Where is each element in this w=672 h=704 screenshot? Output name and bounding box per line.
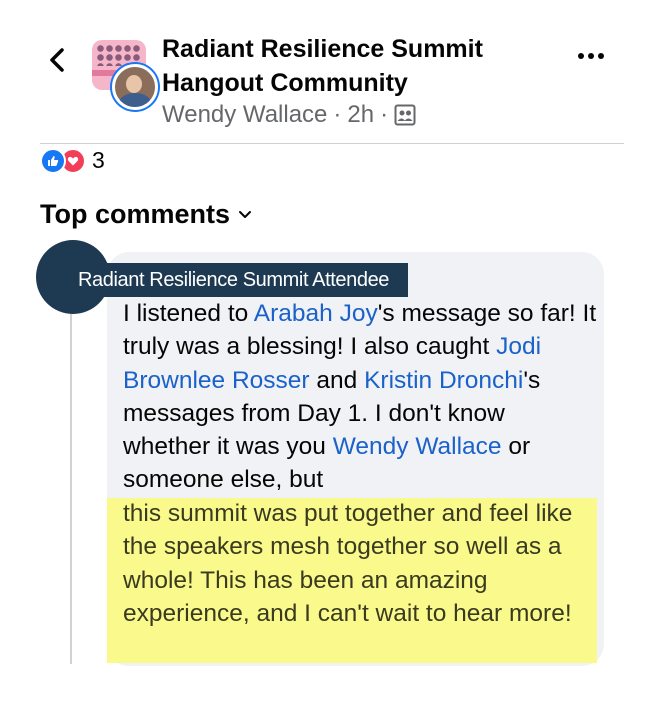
chevron-down-icon [239, 210, 252, 218]
reaction-count: 3 [92, 147, 105, 173]
group-name[interactable]: Radiant Resilience Summit Hangout Commun… [162, 32, 542, 100]
more-horizontal-icon [578, 53, 584, 59]
reactions-summary[interactable]: 3 [40, 147, 105, 174]
post-meta: Wendy Wallace · 2h · [162, 101, 416, 129]
group-audience-icon [394, 104, 416, 126]
meta-separator: · [333, 101, 342, 128]
back-button[interactable] [42, 38, 72, 82]
mention-link[interactable]: Wendy Wallace [333, 433, 502, 460]
author-name[interactable]: Wendy Wallace [162, 101, 327, 129]
comment-text: I listened to Arabah Joy's message so fa… [123, 300, 597, 494]
commenter-name-badge: Radiant Resilience Summit Attendee [66, 263, 408, 297]
comments-sort-label: Top comments [40, 199, 231, 229]
comments-sort-dropdown[interactable]: Top comments [40, 199, 252, 230]
author-avatar[interactable] [112, 64, 158, 110]
like-icon [40, 147, 66, 174]
comment-thread-line [70, 300, 72, 664]
highlighted-comment-text: this summit was put together and feel li… [123, 500, 573, 627]
meta-separator: · [380, 101, 389, 128]
group-avatar[interactable] [92, 40, 158, 110]
divider [40, 143, 624, 144]
mention-link[interactable]: Kristin Dronchi [364, 367, 523, 394]
post-time[interactable]: 2h [347, 101, 374, 129]
more-options-button[interactable] [578, 50, 604, 62]
mention-link[interactable]: Arabah Joy [254, 300, 378, 327]
chevron-left-icon [50, 48, 64, 72]
